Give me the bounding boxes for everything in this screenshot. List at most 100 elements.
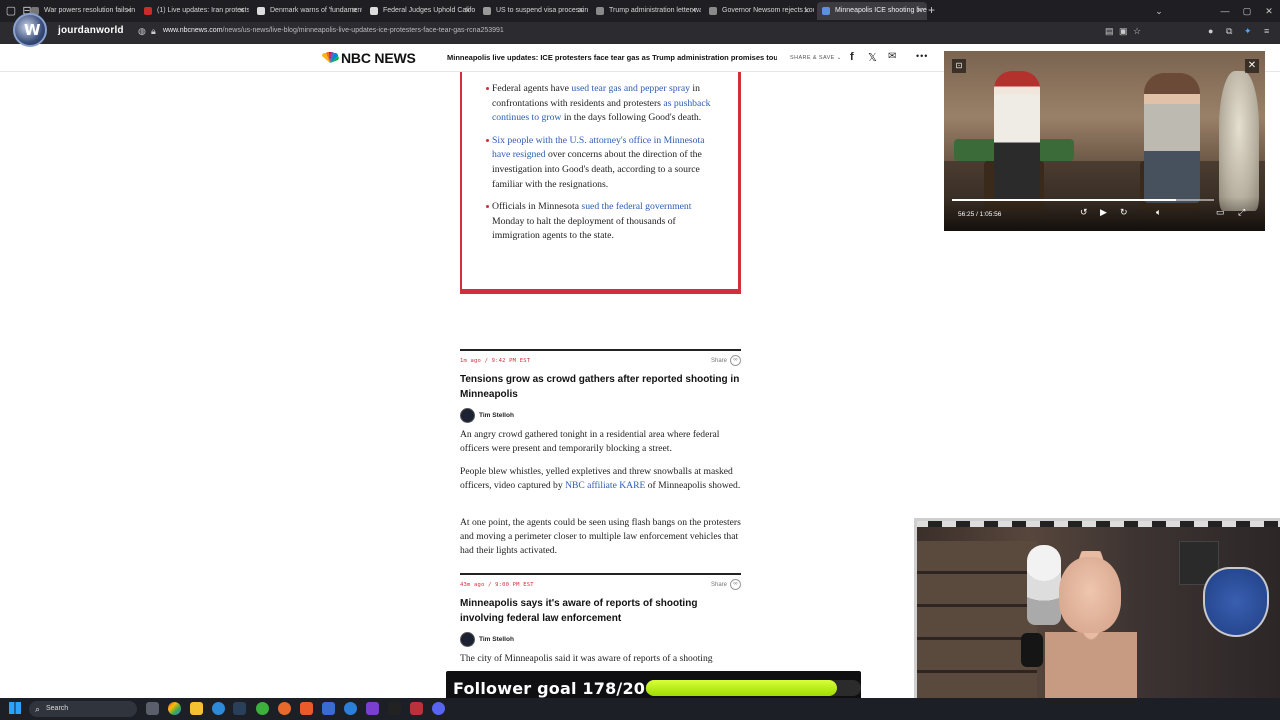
file-explorer-icon[interactable] bbox=[190, 702, 203, 715]
post-timestamp: 1m ago / 9:42 PM EST bbox=[460, 358, 531, 364]
key-points-list: Federal agents have used tear gas and pe… bbox=[462, 72, 738, 244]
url-field[interactable]: www.nbcnews.com/news/us-news/live-blog/m… bbox=[163, 27, 504, 34]
taskbar: Search bbox=[0, 698, 1280, 720]
fullscreen-icon[interactable]: ⤢ bbox=[1238, 207, 1245, 218]
browser-tab[interactable]: US to suspend visa processing f ✕ bbox=[478, 2, 588, 20]
forward-icon[interactable]: ↻ bbox=[1120, 207, 1128, 218]
brave-icon[interactable] bbox=[300, 702, 313, 715]
link-icon: ∞ bbox=[730, 579, 741, 590]
x-icon[interactable]: 𝕏 bbox=[868, 51, 877, 64]
share-save-label: SHARE & SAVE bbox=[790, 55, 835, 61]
browser-tab[interactable]: Trump administration letter wa ✕ bbox=[591, 2, 701, 20]
close-video-button[interactable]: ✕ bbox=[1245, 59, 1259, 73]
app-icon[interactable] bbox=[410, 702, 423, 715]
share-save-menu[interactable]: SHARE & SAVE ⌄ bbox=[790, 55, 842, 61]
reader-icon[interactable]: ▤ bbox=[1105, 26, 1114, 37]
post-paragraph: At one point, the agents could be seen u… bbox=[460, 517, 741, 556]
new-tab-button[interactable]: + bbox=[928, 3, 935, 17]
tab-close-icon[interactable]: ✕ bbox=[577, 2, 584, 20]
rewind-icon[interactable]: ↺ bbox=[1080, 207, 1088, 218]
volume-icon[interactable]: 🔈︎ bbox=[1156, 207, 1161, 218]
post-title[interactable]: Tensions grow as crowd gathers after rep… bbox=[460, 373, 741, 402]
tab-label: Governor Newsom rejects Louis bbox=[722, 7, 814, 14]
post-paragraph: People blew whistles, yelled expletives … bbox=[460, 465, 741, 493]
window-controls: ⌄ — ▢ ✕ bbox=[1148, 0, 1280, 22]
paragraph-text: of Minneapolis showed. bbox=[645, 479, 741, 491]
key-points-box: Federal agents have used tear gas and pe… bbox=[460, 72, 741, 294]
tab-close-icon[interactable]: ✕ bbox=[464, 2, 471, 20]
site-info-icon[interactable]: ◍ bbox=[138, 26, 146, 37]
tab-actions-icon[interactable]: ▢ bbox=[3, 3, 19, 19]
tab-favicon-icon bbox=[596, 7, 604, 15]
key-point: Six people with the U.S. attorney's offi… bbox=[486, 134, 716, 192]
browser-tab[interactable]: Denmark warns of 'fundamenta ✕ bbox=[252, 2, 362, 20]
discord-icon[interactable] bbox=[432, 702, 445, 715]
key-point-text: Federal agents have bbox=[492, 83, 572, 94]
post-title[interactable]: Minneapolis says it's aware of reports o… bbox=[460, 597, 741, 626]
tab-close-icon[interactable]: ✕ bbox=[125, 2, 132, 20]
obs-icon[interactable] bbox=[388, 702, 401, 715]
floating-video-player[interactable]: 56:25 / 1:05:56 ↺ ▶ ↻ 🔈︎ ▭ ⤢ ⊡ ✕ bbox=[944, 51, 1265, 231]
task-view-icon[interactable] bbox=[146, 702, 159, 715]
share-button[interactable]: Share ∞ bbox=[711, 579, 741, 590]
tab-favicon-icon bbox=[257, 7, 265, 15]
tab-close-icon[interactable]: ✕ bbox=[916, 2, 923, 20]
url-path: /news/us-news/live-blog/minneapolis-live… bbox=[222, 27, 504, 34]
video-progress-bar[interactable] bbox=[952, 199, 1214, 201]
share-button[interactable]: Share ∞ bbox=[711, 355, 741, 366]
key-point-link[interactable]: sued the federal government bbox=[581, 201, 691, 212]
edge-icon[interactable] bbox=[212, 702, 225, 715]
xbox-icon[interactable] bbox=[256, 702, 269, 715]
key-point-text: Monday to halt the deployment of thousan… bbox=[492, 215, 676, 242]
address-bar: jourdanworld ◍ 🔒︎ www.nbcnews.com/news/u… bbox=[0, 22, 1280, 44]
tab-list-icon[interactable]: ⌄ bbox=[1148, 0, 1170, 22]
firefox-icon[interactable] bbox=[278, 702, 291, 715]
tab-label: War powers resolution fails in S bbox=[44, 7, 136, 14]
extensions-icon[interactable]: ⧉ bbox=[1226, 26, 1232, 37]
expand-video-icon[interactable]: ⊡ bbox=[952, 59, 966, 73]
windows-start-icon[interactable] bbox=[9, 702, 21, 714]
author-name: Tim Stelloh bbox=[479, 412, 514, 420]
nbc-peacock-icon[interactable] bbox=[321, 52, 339, 64]
tab-close-icon[interactable]: ✕ bbox=[238, 2, 245, 20]
taskbar-search[interactable]: Search bbox=[29, 701, 137, 717]
author[interactable]: Tim Stelloh bbox=[460, 408, 514, 423]
facebook-icon[interactable]: f bbox=[850, 51, 854, 63]
play-icon[interactable]: ▶ bbox=[1100, 207, 1107, 218]
close-window-icon[interactable]: ✕ bbox=[1258, 0, 1280, 22]
key-point-link[interactable]: used tear gas and pepper spray bbox=[571, 83, 690, 94]
app-icon[interactable] bbox=[344, 702, 357, 715]
steam-icon[interactable] bbox=[233, 702, 246, 715]
more-icon[interactable]: ••• bbox=[916, 51, 928, 61]
captions-icon[interactable]: ▭ bbox=[1216, 207, 1225, 218]
chrome-icon[interactable] bbox=[168, 702, 181, 715]
author[interactable]: Tim Stelloh bbox=[460, 632, 514, 647]
tab-favicon-icon bbox=[709, 7, 717, 15]
extension-icon[interactable]: ✦ bbox=[1244, 26, 1252, 37]
tab-close-icon[interactable]: ✕ bbox=[803, 2, 810, 20]
nbc-news-logo[interactable]: NBC NEWS bbox=[341, 50, 416, 66]
browser-tab[interactable]: Minneapolis ICE shooting live u ✕ bbox=[817, 2, 927, 20]
app-icon[interactable] bbox=[366, 702, 379, 715]
tab-close-icon[interactable]: ✕ bbox=[690, 2, 697, 20]
bookmark-star-icon[interactable]: ☆ bbox=[1133, 26, 1141, 37]
video-frame bbox=[994, 71, 1040, 201]
url-domain: www.nbcnews.com bbox=[163, 27, 223, 34]
email-icon[interactable]: ✉ bbox=[888, 51, 896, 62]
menu-icon[interactable]: ≡ bbox=[1264, 26, 1269, 36]
browser-tab[interactable]: Federal Judges Uphold Californ ✕ bbox=[365, 2, 475, 20]
account-icon[interactable]: ● bbox=[1208, 26, 1213, 36]
screenshot-icon[interactable]: ▣ bbox=[1119, 26, 1128, 37]
maximize-icon[interactable]: ▢ bbox=[1236, 0, 1258, 22]
tab-close-icon[interactable]: ✕ bbox=[351, 2, 358, 20]
post-paragraph: An angry crowd gathered tonight in a res… bbox=[460, 429, 720, 454]
author-name: Tim Stelloh bbox=[479, 636, 514, 644]
link-icon: ∞ bbox=[730, 355, 741, 366]
browser-tab[interactable]: War powers resolution fails in S ✕ bbox=[26, 2, 136, 20]
browser-tab[interactable]: Governor Newsom rejects Louis ✕ bbox=[704, 2, 814, 20]
app-icon[interactable] bbox=[322, 702, 335, 715]
browser-tab[interactable]: (1) Live updates: Iran protests o ✕ bbox=[139, 2, 249, 20]
minimize-icon[interactable]: — bbox=[1214, 0, 1236, 22]
follower-goal-label: Follower goal 178/200 bbox=[453, 679, 657, 698]
affiliate-link[interactable]: NBC affiliate KARE bbox=[565, 480, 645, 491]
